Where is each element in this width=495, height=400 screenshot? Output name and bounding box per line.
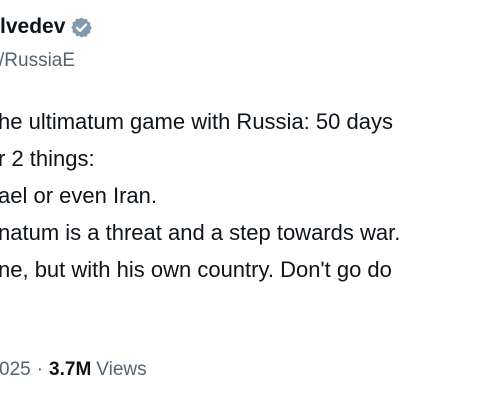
meta-separator: · (36, 359, 44, 380)
author-handle[interactable]: /RussiaE (0, 49, 75, 73)
views-label: Views (96, 359, 147, 380)
tweet-text-line: r 2 things: (0, 146, 95, 171)
verified-badge-icon (71, 16, 93, 38)
tweet-text-line: ne, but with his own country. Don't go d… (0, 257, 392, 282)
tweet-date[interactable]: 025 (0, 357, 31, 383)
tweet-meta: 025 · 3.7M Views (0, 357, 147, 383)
tweet-text-line: he ultimatum game with Russia: 50 days (0, 109, 393, 134)
author-name[interactable]: lvedev (0, 14, 65, 40)
author-name-row[interactable]: lvedev (0, 14, 93, 40)
tweet-text-line: natum is a threat and a step towards war… (0, 220, 401, 245)
tweet-text-line: ael or even Iran. (0, 183, 157, 208)
views-count[interactable]: 3.7M (49, 357, 91, 383)
